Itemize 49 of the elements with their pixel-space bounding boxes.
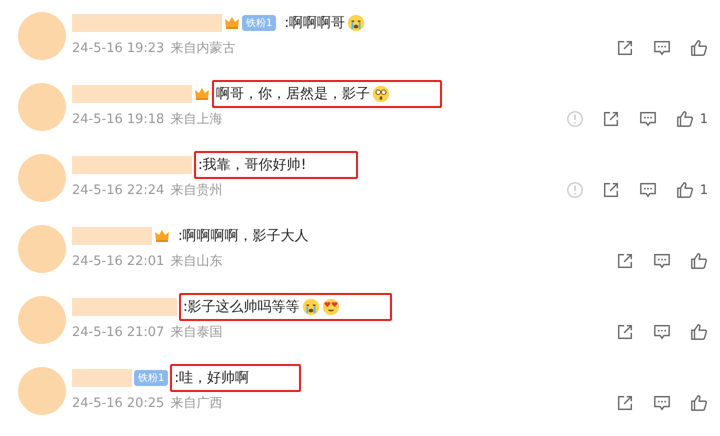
thumbs-up-icon	[676, 110, 694, 128]
surprised-emoji-icon	[372, 85, 390, 103]
share-icon[interactable]	[602, 181, 620, 199]
thumbs-up-icon	[690, 394, 708, 412]
heart-eyes-emoji-icon	[322, 298, 340, 316]
share-icon[interactable]	[602, 110, 620, 128]
like-button[interactable]	[690, 39, 708, 57]
comment-location: 来自山东	[170, 253, 222, 270]
comment-icon[interactable]	[652, 39, 672, 57]
fan-badge: 铁粉1	[134, 370, 168, 386]
comment-time: 24-5-16 19:18	[72, 112, 164, 126]
comment-location: 来自贵州	[170, 182, 222, 199]
like-button[interactable]: 1	[676, 110, 708, 128]
comment-time: 24-5-16 21:07	[72, 324, 164, 340]
like-button[interactable]	[690, 252, 708, 270]
comment-location: 来自泰国	[170, 324, 222, 341]
comment-time: 24-5-16 19:23	[72, 40, 164, 56]
comment-time: 24-5-16 22:24	[72, 182, 164, 198]
thumbs-up-icon	[690, 252, 708, 270]
share-icon[interactable]	[616, 323, 634, 341]
comment-text: :啊啊啊啊，影子大人	[177, 227, 310, 246]
fan-badge: 铁粉1	[242, 15, 276, 31]
thumbs-up-icon	[676, 181, 694, 199]
like-button[interactable]	[690, 394, 708, 412]
comment-text: :哇，好帅啊	[170, 364, 302, 392]
comment-icon[interactable]	[638, 181, 658, 199]
comment-text: 啊哥，你，居然是，影子	[212, 80, 442, 108]
comment-icon[interactable]	[652, 252, 672, 270]
comment-text: :我靠，哥你好帅!	[194, 151, 358, 179]
like-button[interactable]: 1	[676, 181, 708, 199]
thumbs-up-icon	[690, 39, 708, 57]
share-icon[interactable]	[616, 394, 634, 412]
comment-icon[interactable]	[652, 323, 672, 341]
comment-icon[interactable]	[652, 394, 672, 412]
redacted-name	[72, 369, 132, 387]
comment-location: 来自内蒙古	[170, 40, 236, 57]
crying-emoji-icon	[302, 298, 320, 316]
like-button[interactable]	[690, 323, 708, 341]
comment-text: :啊啊啊哥	[278, 10, 372, 36]
comment-icon[interactable]	[638, 110, 658, 128]
share-icon[interactable]	[616, 252, 634, 270]
comment-location: 来自上海	[170, 111, 222, 128]
comment-text: :影子这么帅吗等等	[179, 293, 392, 321]
comment-time: 24-5-16 20:25	[72, 396, 164, 410]
share-icon[interactable]	[616, 39, 634, 57]
comment-location: 来自广西	[170, 395, 222, 412]
comment-time: 24-5-16 22:01	[72, 254, 164, 268]
crying-emoji-icon	[347, 14, 366, 32]
thumbs-up-icon	[690, 323, 708, 341]
